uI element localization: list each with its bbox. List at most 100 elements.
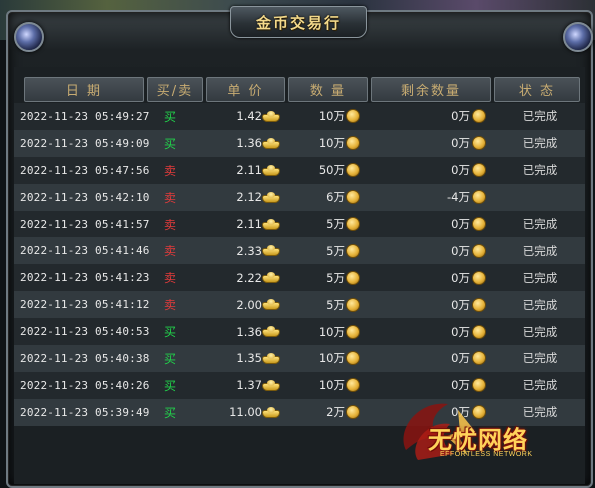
gold-ingot-icon <box>262 345 280 372</box>
gold-coin-icon <box>346 103 360 130</box>
trade-list: 2022-11-23 05:49:27 买 1.42 10万 0万 已完成 2022-11-… <box>14 103 585 426</box>
trade-type: 卖 <box>163 298 176 313</box>
trade-remaining: 0万 <box>451 136 470 151</box>
header-quantity[interactable]: 数 量 <box>288 77 368 102</box>
table-row[interactable]: 2022-11-23 05:41:57 卖 2.11 5万 0万 已完成 <box>14 210 585 238</box>
gold-coin-icon <box>472 237 486 264</box>
trade-date: 2022-11-23 05:49:09 <box>20 136 150 150</box>
trade-status: 已完成 <box>522 136 558 151</box>
trade-date: 2022-11-23 05:41:23 <box>20 271 150 285</box>
trade-price: 1.37 <box>236 378 262 393</box>
gold-ingot-icon <box>262 291 280 318</box>
trade-type: 买 <box>163 405 176 420</box>
gold-coin-icon <box>472 318 486 345</box>
trade-date: 2022-11-23 05:39:49 <box>20 405 150 419</box>
trade-quantity: 2万 <box>326 405 345 420</box>
trade-type: 买 <box>163 325 176 340</box>
trade-remaining: 0万 <box>451 378 470 393</box>
gold-coin-icon <box>472 211 486 238</box>
table-row[interactable]: 2022-11-23 05:41:23 卖 2.22 5万 0万 已完成 <box>14 264 585 292</box>
trade-type: 卖 <box>163 244 176 259</box>
trade-price: 2.00 <box>236 297 262 312</box>
trade-date: 2022-11-23 05:41:12 <box>20 298 150 312</box>
gold-coin-icon <box>346 399 360 426</box>
trade-remaining: 0万 <box>451 324 470 339</box>
window-title: 金币交易行 <box>255 13 341 32</box>
trade-quantity: 50万 <box>318 163 345 178</box>
trade-quantity: 5万 <box>326 243 345 258</box>
gold-coin-icon <box>472 264 486 291</box>
trade-status: 已完成 <box>522 217 558 231</box>
header-status[interactable]: 状 态 <box>494 77 580 102</box>
window-title-plate: 金币交易行 <box>230 6 367 38</box>
table-row[interactable]: 2022-11-23 05:40:53 买 1.36 10万 0万 已完成 <box>14 318 585 346</box>
gold-coin-icon <box>346 157 360 184</box>
header-date[interactable]: 日 期 <box>24 77 144 102</box>
header-remaining[interactable]: 剩余数量 <box>371 77 491 102</box>
trade-status: 已完成 <box>522 270 558 285</box>
trade-price: 2.11 <box>236 217 262 231</box>
trade-date: 2022-11-23 05:41:57 <box>20 217 150 231</box>
trade-remaining: 0万 <box>451 405 470 420</box>
gold-coin-icon <box>346 237 360 264</box>
gold-coin-icon <box>346 291 360 318</box>
gold-coin-icon <box>346 184 360 211</box>
trade-price: 2.11 <box>236 163 262 178</box>
gold-ingot-icon <box>262 237 280 264</box>
table-row[interactable]: 2022-11-23 05:42:10 卖 2.12 6万 -4万 <box>14 183 585 211</box>
trade-quantity: 10万 <box>318 351 345 366</box>
gold-coin-icon <box>346 264 360 291</box>
gold-coin-icon <box>472 291 486 318</box>
trade-date: 2022-11-23 05:42:10 <box>20 190 150 204</box>
gold-ingot-icon <box>262 264 280 291</box>
trade-price: 2.12 <box>236 190 262 205</box>
trade-quantity: 5万 <box>326 217 345 231</box>
table-row[interactable]: 2022-11-23 05:41:46 卖 2.33 5万 0万 已完成 <box>14 237 585 265</box>
table-row[interactable]: 2022-11-23 05:39:49 买 11.00 2万 0万 已完成 <box>14 398 585 426</box>
trade-date: 2022-11-23 05:47:56 <box>20 163 150 177</box>
trade-price: 1.35 <box>236 351 262 366</box>
trade-status: 已完成 <box>522 109 558 124</box>
trade-remaining: 0万 <box>451 351 470 366</box>
trade-price: 2.33 <box>236 243 262 258</box>
gold-ingot-icon <box>262 184 280 211</box>
gold-ingot-icon <box>262 318 280 345</box>
trade-date: 2022-11-23 05:49:27 <box>20 109 150 123</box>
trade-date: 2022-11-23 05:40:38 <box>20 351 150 365</box>
table-row[interactable]: 2022-11-23 05:40:26 买 1.37 10万 0万 已完成 <box>14 371 585 399</box>
trade-status: 已完成 <box>522 243 558 258</box>
trade-remaining: 0万 <box>451 297 470 312</box>
trade-date: 2022-11-23 05:40:26 <box>20 378 150 392</box>
table-row[interactable]: 2022-11-23 05:49:27 买 1.42 10万 0万 已完成 <box>14 103 585 130</box>
trade-date: 2022-11-23 05:40:53 <box>20 325 150 339</box>
trade-quantity: 5万 <box>326 297 345 312</box>
trade-price: 2.22 <box>236 270 262 285</box>
gold-coin-icon <box>346 130 360 157</box>
trade-remaining: 0万 <box>451 163 470 178</box>
trade-remaining: 0万 <box>451 217 470 231</box>
trade-status: 已完成 <box>522 378 558 393</box>
table-row[interactable]: 2022-11-23 05:40:38 买 1.35 10万 0万 已完成 <box>14 345 585 372</box>
trade-status <box>512 184 568 211</box>
trade-status: 已完成 <box>522 351 558 366</box>
gold-coin-icon <box>472 130 486 157</box>
gold-coin-icon <box>472 345 486 372</box>
trade-remaining: -4万 <box>447 190 470 205</box>
gold-coin-icon <box>346 345 360 372</box>
table-row[interactable]: 2022-11-23 05:47:56 卖 2.11 50万 0万 已完成 <box>14 156 585 184</box>
table-row[interactable]: 2022-11-23 05:41:12 卖 2.00 5万 0万 已完成 <box>14 291 585 319</box>
gold-ingot-icon <box>262 157 280 184</box>
trade-type: 买 <box>163 136 176 151</box>
trade-quantity: 5万 <box>326 270 345 285</box>
trade-type: 买 <box>163 351 176 366</box>
trade-quantity: 10万 <box>318 109 345 124</box>
gold-ingot-icon <box>262 130 280 157</box>
trade-quantity: 6万 <box>326 190 345 205</box>
gold-coin-icon <box>346 372 360 399</box>
header-type[interactable]: 买/卖 <box>147 77 203 102</box>
header-price[interactable]: 单 价 <box>206 77 285 102</box>
trade-price: 11.00 <box>229 405 262 420</box>
table-row[interactable]: 2022-11-23 05:49:09 买 1.36 10万 0万 已完成 <box>14 129 585 157</box>
trade-status: 已完成 <box>522 163 558 178</box>
trade-quantity: 10万 <box>318 136 345 151</box>
